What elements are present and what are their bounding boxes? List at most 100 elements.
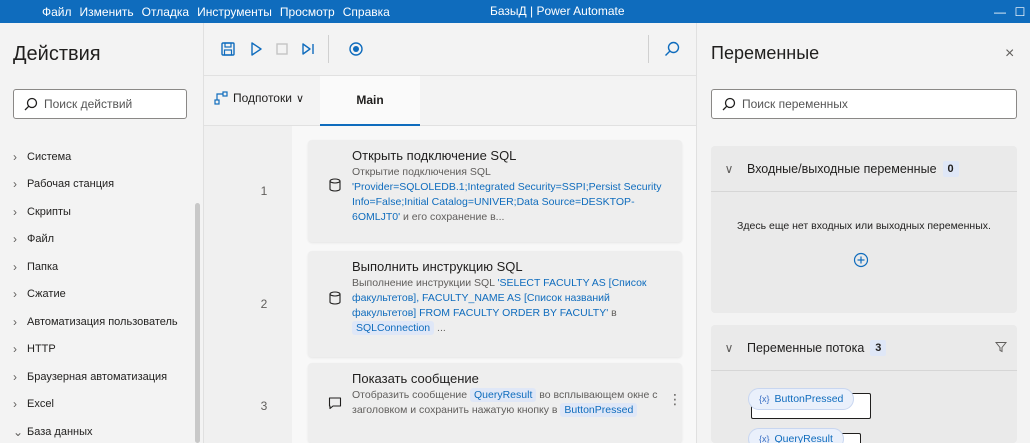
- flow-variables-section: ∨ Переменные потока 3 {x} ButtonPressed {…: [711, 325, 1017, 443]
- tree-item-label: Сжатие: [27, 288, 66, 301]
- variable-pill: ButtonPressed: [560, 403, 638, 417]
- chevron-right-icon: ›: [13, 232, 17, 247]
- tree-item-label: Excel: [27, 398, 54, 411]
- search-icon[interactable]: [664, 41, 680, 57]
- tree-item-folder[interactable]: › Папка: [13, 253, 198, 281]
- stop-icon[interactable]: [274, 41, 290, 57]
- step-desc-text: Отобразить сообщение: [352, 389, 470, 401]
- minimize-icon[interactable]: —: [990, 5, 1010, 19]
- title-bar: Файл Изменить Отладка Инструменты Просмо…: [0, 0, 1030, 23]
- designer-toolbar: [204, 23, 696, 76]
- flow-action-open-sql[interactable]: 1 Открыть подключение SQL Открытие подкл…: [261, 140, 682, 242]
- chevron-down-icon: ∨: [724, 161, 734, 176]
- filter-icon[interactable]: [995, 341, 1007, 353]
- tree-item-compression[interactable]: › Сжатие: [13, 281, 198, 309]
- menu-debug[interactable]: Отладка: [138, 5, 193, 19]
- save-icon[interactable]: [220, 41, 236, 57]
- step-desc-text: Открытие подключения SQL: [352, 166, 491, 178]
- step-desc-text: Выполнение инструкции SQL: [352, 277, 498, 289]
- flow-variables-label: Переменные потока: [747, 340, 865, 355]
- actions-search-input[interactable]: Поиск действий: [13, 89, 187, 119]
- tree-item-label: Система: [27, 150, 72, 163]
- search-icon: [722, 97, 736, 111]
- tree-item-excel[interactable]: › Excel: [13, 391, 198, 419]
- variable-item[interactable]: {x} QueryResult: [748, 428, 861, 443]
- variable-item[interactable]: {x} ButtonPressed: [748, 388, 871, 419]
- subflows-label: Подпотоки: [233, 91, 292, 105]
- tab-main[interactable]: Main: [320, 76, 420, 126]
- database-icon: [329, 291, 341, 305]
- chevron-right-icon: ›: [13, 342, 17, 357]
- line-number-gutter: [204, 126, 292, 443]
- step-desc-text: и его сохранение в...: [400, 211, 505, 223]
- variable-name: QueryResult: [774, 433, 833, 443]
- actions-title: Действия: [13, 43, 101, 65]
- step-title: Открыть подключение SQL: [352, 148, 517, 163]
- step-desc-text: ...: [434, 322, 446, 334]
- step-description: Выполнение инструкции SQL 'SELECT FACULT…: [352, 276, 668, 336]
- maximize-icon[interactable]: ☐: [1010, 5, 1030, 19]
- flow-action-display-message[interactable]: 3 Показать сообщение Отобразить сообщени…: [261, 363, 682, 443]
- chevron-right-icon: ›: [13, 204, 17, 219]
- subflows-dropdown[interactable]: Подпотоки ∨: [214, 91, 304, 105]
- chevron-right-icon: ›: [13, 177, 17, 192]
- menu-file[interactable]: Файл: [0, 5, 76, 19]
- variable-chip: {x} QueryResult: [748, 428, 844, 443]
- menu-help[interactable]: Справка: [339, 5, 394, 19]
- run-icon[interactable]: [248, 41, 264, 57]
- io-variables-section: ∨ Входные/выходные переменные 0 Здесь ещ…: [711, 146, 1017, 313]
- menu-edit[interactable]: Изменить: [76, 5, 138, 19]
- toolbar-separator: [648, 35, 649, 63]
- chevron-right-icon: ›: [13, 314, 17, 329]
- tree-item-browser-automation[interactable]: › Браузерная автоматизация: [13, 363, 198, 391]
- tree-item-scripts[interactable]: › Скрипты: [13, 198, 198, 226]
- io-variables-header[interactable]: ∨ Входные/выходные переменные 0: [711, 146, 1017, 192]
- chevron-down-icon: ∨: [724, 340, 734, 355]
- step-number: 1: [260, 184, 268, 198]
- flow-designer: Подпотоки ∨ Main 1 Открыть подключение S…: [204, 23, 696, 443]
- tree-item-label: Автоматизация пользователь: [27, 315, 178, 328]
- tree-item-file[interactable]: › Файл: [13, 226, 198, 254]
- chevron-right-icon: ›: [13, 397, 17, 412]
- chevron-down-icon: ⌄: [13, 424, 24, 439]
- message-icon: [328, 397, 342, 410]
- variables-search-input[interactable]: Поиск переменных: [711, 89, 1017, 119]
- tree-item-database[interactable]: ⌄ База данных: [13, 418, 198, 443]
- subflow-icon: [214, 91, 228, 105]
- step-desc-value: 'Provider=SQLOLEDB.1;Integrated Security…: [352, 181, 662, 223]
- chevron-down-icon: ∨: [295, 92, 304, 105]
- menu-view[interactable]: Просмотр: [276, 5, 339, 19]
- flow-action-execute-sql[interactable]: 2 Выполнить инструкцию SQL Выполнение ин…: [261, 251, 682, 357]
- io-variables-label: Входные/выходные переменные: [747, 161, 937, 176]
- run-next-action-icon[interactable]: [300, 41, 316, 57]
- chevron-right-icon: ›: [13, 369, 17, 384]
- tree-item-ui-automation[interactable]: › Автоматизация пользователь: [13, 308, 198, 336]
- close-icon[interactable]: ×: [1005, 45, 1014, 63]
- actions-panel: Действия Поиск действий › Система › Рабоча…: [0, 23, 204, 443]
- chevron-right-icon: ›: [13, 287, 17, 302]
- step-number: 3: [260, 399, 268, 413]
- tree-item-workstation[interactable]: › Рабочая станция: [13, 171, 198, 199]
- io-variables-count: 0: [942, 160, 959, 177]
- flow-variables-count: 3: [870, 339, 887, 356]
- actions-scrollbar[interactable]: [195, 203, 200, 443]
- variable-pill: SQLConnection: [352, 321, 435, 335]
- more-options-icon[interactable]: ⋮: [668, 391, 682, 408]
- actions-search-placeholder: Поиск действий: [44, 97, 133, 111]
- step-description: Отобразить сообщение QueryResult во вспл…: [352, 388, 668, 418]
- menu-tools[interactable]: Инструменты: [193, 5, 276, 19]
- chevron-right-icon: ›: [13, 259, 17, 274]
- tree-item-http[interactable]: › HTTP: [13, 336, 198, 364]
- tree-item-system[interactable]: › Система: [13, 143, 198, 171]
- add-icon[interactable]: [853, 252, 869, 268]
- record-icon[interactable]: [348, 41, 364, 57]
- tree-item-label: Файл: [27, 233, 55, 246]
- toolbar-separator: [328, 35, 329, 63]
- chevron-right-icon: ›: [13, 149, 17, 164]
- flow-variables-header[interactable]: ∨ Переменные потока 3: [711, 325, 1017, 371]
- tree-item-label: Рабочая станция: [27, 178, 115, 191]
- variables-search-placeholder: Поиск переменных: [742, 97, 848, 111]
- variables-title: Переменные: [711, 43, 820, 63]
- tree-item-label: Папка: [27, 260, 59, 273]
- menu-bar: Файл Изменить Отладка Инструменты Просмо…: [0, 0, 394, 23]
